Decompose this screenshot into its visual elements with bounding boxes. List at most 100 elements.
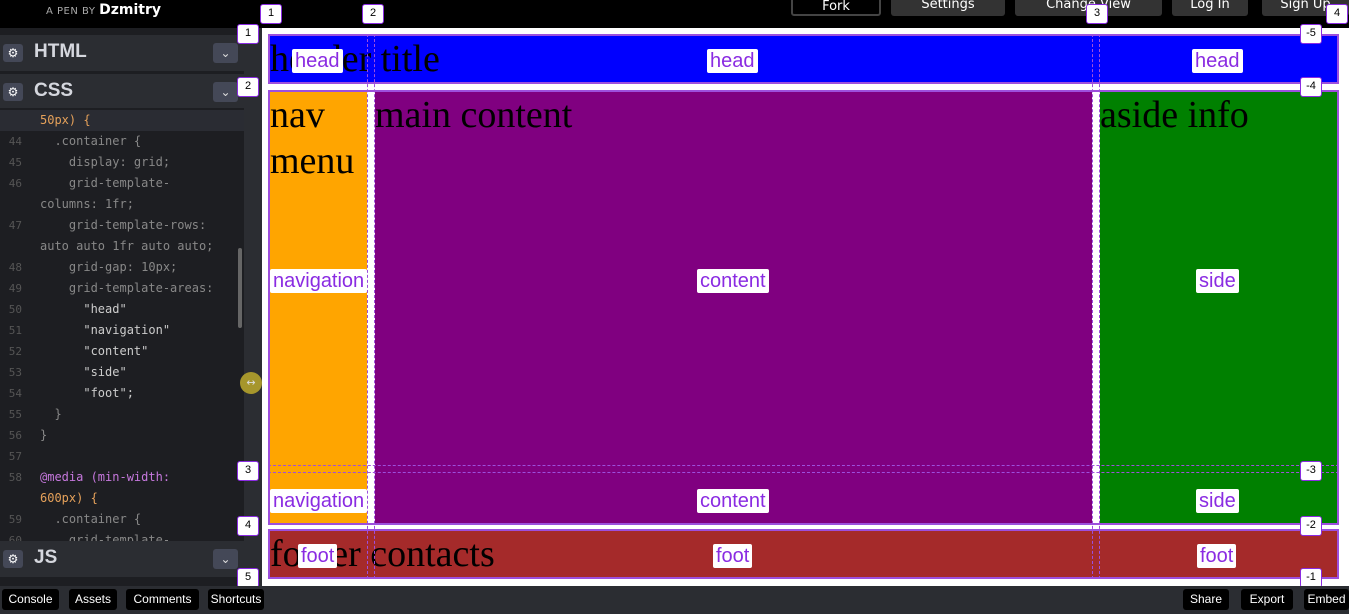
grid-row-gap (268, 465, 1339, 473)
code-line: 49 grid-template-areas: (0, 278, 244, 299)
code-text: } (40, 428, 48, 442)
gear-icon[interactable]: ⚙ (3, 550, 23, 568)
top-bar: A PEN BY Dzmitry Fork Settings Change Vi… (0, 0, 1349, 28)
grid-col-gap-2 (1092, 34, 1100, 579)
area-label-head: head (292, 49, 343, 73)
panel-title: JS (34, 547, 58, 568)
grid-col-gap-1 (367, 34, 375, 579)
code-line: columns: 1fr; (0, 194, 244, 215)
code-line: 59 .container { (0, 509, 244, 530)
grid-line-number: -5 (1300, 24, 1322, 44)
comments-button[interactable]: Comments (126, 589, 199, 610)
area-label-head: head (1192, 49, 1243, 73)
area-label-side: side (1196, 489, 1239, 513)
editor-splitter[interactable] (244, 28, 262, 586)
line-number: 55 (8, 408, 22, 421)
grid-line-number: 4 (1326, 4, 1348, 24)
code-line: 47 grid-template-rows: (0, 215, 244, 236)
grid-outline-foot (268, 529, 1339, 579)
share-button[interactable]: Share (1183, 589, 1229, 610)
area-label-content: content (697, 269, 769, 293)
chevron-down-icon[interactable]: ⌄ (213, 549, 238, 569)
code-line: 46 grid-template- (0, 173, 244, 194)
code-text: auto auto 1fr auto auto; (40, 239, 214, 253)
line-number: 44 (8, 135, 22, 148)
js-panel-header[interactable]: ⚙ JS ⌄ (0, 541, 244, 577)
code-line: 600px) { (0, 488, 244, 509)
code-text: "navigation" (40, 323, 171, 337)
code-line: 51 "navigation" (0, 320, 244, 341)
author-link[interactable]: Dzmitry (99, 2, 161, 18)
grid-line-number: 2 (237, 77, 259, 97)
code-line: auto auto 1fr auto auto; (0, 236, 244, 257)
code-text: "head" (40, 302, 127, 316)
code-line: 52 "content" (0, 341, 244, 362)
line-number: 46 (8, 177, 22, 190)
code-text: @media (min-width: (40, 470, 171, 484)
shortcuts-button[interactable]: Shortcuts (208, 589, 264, 610)
grid-line-number: 4 (237, 516, 259, 536)
pen-by-label: A PEN BY (46, 6, 96, 17)
embed-button[interactable]: Embed (1304, 589, 1349, 610)
code-text: 50px) { (40, 113, 91, 127)
grid-outline-head (268, 34, 1339, 84)
line-number: 56 (8, 429, 22, 442)
area-label-side: side (1196, 269, 1239, 293)
export-button[interactable]: Export (1241, 589, 1293, 610)
preview-pane: header title nav menu main content aside… (262, 28, 1349, 586)
panel-title: HTML (34, 41, 87, 62)
code-text: columns: 1fr; (40, 197, 134, 211)
panel-title: CSS (34, 80, 74, 101)
code-line: 50px) { (0, 110, 244, 131)
line-number: 57 (8, 450, 22, 463)
console-button[interactable]: Console (2, 589, 59, 610)
code-text: 600px) { (40, 491, 98, 505)
line-number: 47 (8, 219, 22, 232)
grid-line-number: 1 (237, 24, 259, 44)
code-text: .container { (40, 512, 142, 526)
bottom-bar: Console Assets Comments Shortcuts Share … (0, 586, 1349, 614)
gear-icon[interactable]: ⚙ (3, 44, 23, 62)
code-line: 54 "foot"; (0, 383, 244, 404)
pen-credit: A PEN BY Dzmitry (46, 2, 161, 18)
code-text: grid-template-rows: (40, 218, 207, 232)
gear-icon[interactable]: ⚙ (3, 83, 23, 101)
code-line: 48 grid-gap: 10px; (0, 257, 244, 278)
fork-button[interactable]: Fork (791, 0, 881, 16)
assets-button[interactable]: Assets (69, 589, 117, 610)
css-code-area[interactable]: 50px) {44 .container {45 display: grid; 4… (0, 108, 244, 546)
area-label-foot: foot (298, 544, 338, 568)
resize-handle-icon[interactable]: ↔ (240, 372, 262, 394)
area-label-foot: foot (713, 544, 753, 568)
code-text: grid-template- (40, 176, 171, 190)
code-text: "content" (40, 344, 149, 358)
code-line: 44 .container { (0, 131, 244, 152)
code-line: 55 } (0, 404, 244, 425)
grid-line-number: 3 (237, 461, 259, 481)
login-button[interactable]: Log In (1172, 0, 1248, 16)
settings-button[interactable]: Settings (891, 0, 1005, 16)
area-label-navigation: navigation (270, 269, 368, 293)
chevron-down-icon[interactable]: ⌄ (213, 82, 238, 102)
code-line: 53 "side" (0, 362, 244, 383)
line-number: 49 (8, 282, 22, 295)
grid-line-number: 2 (362, 4, 384, 24)
line-number: 45 (8, 156, 22, 169)
line-number: 48 (8, 261, 22, 274)
grid-line-number: -3 (1300, 461, 1322, 481)
chevron-down-icon[interactable]: ⌄ (213, 43, 238, 63)
code-line: 50 "head" (0, 299, 244, 320)
css-panel-header[interactable]: ⚙ CSS ⌄ (0, 74, 244, 110)
line-number: 51 (8, 324, 22, 337)
grid-line-number: -4 (1300, 77, 1322, 97)
code-text: "side" (40, 365, 127, 379)
grid-line-number: -2 (1300, 516, 1322, 536)
area-label-navigation: navigation (270, 489, 368, 513)
code-text: display: grid; (40, 155, 171, 169)
code-editor: ⚙ HTML ⌄ ⚙ CSS ⌄ 50px) {44 .container {4… (0, 28, 262, 586)
code-line: 45 display: grid; (0, 152, 244, 173)
area-label-content: content (697, 489, 769, 513)
html-panel-header[interactable]: ⚙ HTML ⌄ (0, 35, 244, 71)
code-scrollbar[interactable] (238, 248, 242, 328)
line-number: 53 (8, 366, 22, 379)
